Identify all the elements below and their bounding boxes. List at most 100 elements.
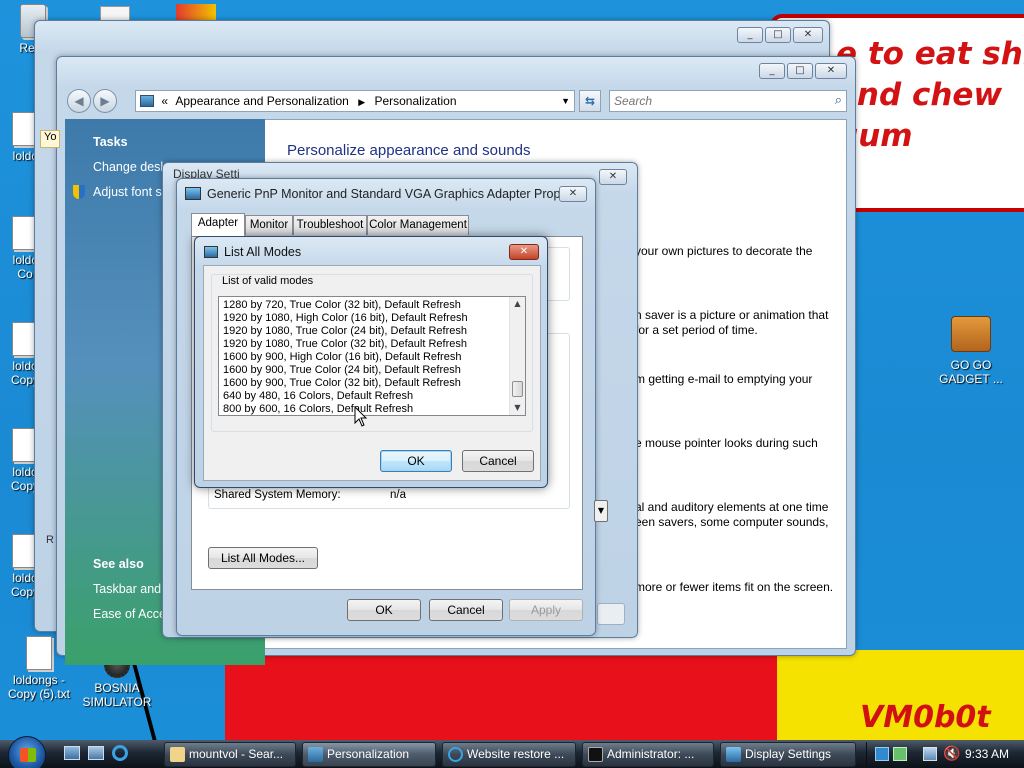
tray-app-icon[interactable] bbox=[893, 747, 907, 761]
minimize-button[interactable]: _ bbox=[737, 27, 763, 43]
tab-troubleshoot[interactable]: Troubleshoot bbox=[293, 215, 367, 235]
clipped-info-bar: Yo bbox=[40, 130, 60, 148]
scroll-up-arrow-icon[interactable]: ▲ bbox=[510, 297, 525, 311]
control-panel-icon bbox=[308, 747, 323, 762]
mode-list-item[interactable]: 640 by 480, 16 Colors, Default Refresh bbox=[219, 390, 525, 403]
desktop-icon-label: BOSNIA SIMULATOR bbox=[82, 681, 152, 709]
list-all-modes-button[interactable]: List All Modes... bbox=[208, 547, 318, 569]
refresh-button[interactable]: ⇆ bbox=[579, 90, 601, 112]
taskbar-item-label: Personalization bbox=[327, 747, 410, 761]
close-button[interactable]: ✕ bbox=[599, 169, 627, 185]
wallpaper-red-shape bbox=[225, 650, 777, 740]
apply-button[interactable]: Apply bbox=[509, 599, 583, 621]
taskbar-item-personalization[interactable]: Personalization bbox=[302, 742, 436, 767]
desktop-icon-label: loldongs - Copy (5).txt bbox=[7, 673, 70, 701]
desktop-icon-label: GO GO GADGET ... bbox=[939, 358, 1003, 386]
taskbar-item-label: Display Settings bbox=[745, 747, 832, 761]
tab-monitor[interactable]: Monitor bbox=[245, 215, 293, 235]
cancel-button[interactable]: Cancel bbox=[462, 450, 534, 472]
taskbar-item-display-settings[interactable]: Display Settings bbox=[720, 742, 856, 767]
breadcrumb-appearance[interactable]: Appearance and Personalization bbox=[175, 94, 348, 108]
theme-description: al and auditory elements at one time een… bbox=[635, 500, 829, 529]
font-size-description: more or fewer items fit on the screen. bbox=[635, 580, 834, 594]
mode-list-item[interactable]: 1920 by 1080, True Color (24 bit), Defau… bbox=[219, 325, 525, 338]
mode-list-item[interactable]: 1920 by 1080, True Color (32 bit), Defau… bbox=[219, 338, 525, 351]
monitor-icon bbox=[204, 246, 218, 258]
page-title: Personalize appearance and sounds bbox=[287, 142, 531, 159]
tab-strip: Adapter Monitor Troubleshoot Color Manag… bbox=[191, 213, 583, 237]
mode-list-item[interactable]: 1280 by 720, True Color (32 bit), Defaul… bbox=[219, 299, 525, 312]
close-button[interactable]: ✕ bbox=[815, 63, 847, 79]
clock[interactable]: 9:33 AM bbox=[965, 742, 1009, 767]
search-box[interactable]: ⌕ bbox=[609, 90, 847, 112]
sounds-description: m getting e-mail to emptying your bbox=[635, 372, 813, 386]
mode-list-item[interactable]: 800 by 600, 16 Colors, Default Refresh bbox=[219, 403, 525, 415]
mode-list-item[interactable]: 1920 by 1080, High Color (16 bit), Defau… bbox=[219, 312, 525, 325]
quick-launch-show-desktop-icon[interactable] bbox=[64, 746, 80, 760]
see-also-link-taskbar[interactable]: Taskbar and S bbox=[93, 582, 173, 596]
close-button[interactable]: ✕ bbox=[559, 186, 587, 202]
close-button[interactable]: ✕ bbox=[509, 244, 539, 260]
shared-memory-label: Shared System Memory: bbox=[214, 489, 341, 501]
task-link-adjust-font-size[interactable]: Adjust font si bbox=[93, 185, 165, 199]
breadcrumb-personalization[interactable]: Personalization bbox=[374, 94, 456, 108]
modes-listbox[interactable]: 1280 by 720, True Color (32 bit), Defaul… bbox=[218, 296, 526, 416]
tab-adapter[interactable]: Adapter bbox=[191, 213, 245, 236]
briefcase-icon bbox=[951, 316, 991, 352]
ok-button[interactable]: OK bbox=[347, 599, 421, 621]
list-all-modes-dialog[interactable]: List All Modes ✕ List of valid modes 128… bbox=[194, 236, 548, 488]
control-panel-icon bbox=[140, 95, 154, 107]
breadcrumb-separator-icon: ▶ bbox=[358, 97, 366, 107]
mode-list-item[interactable]: 1600 by 900, True Color (32 bit), Defaul… bbox=[219, 377, 525, 390]
tab-color-management[interactable]: Color Management bbox=[367, 215, 469, 235]
see-also-heading: See also bbox=[93, 557, 144, 571]
taskbar-item-administrator[interactable]: Administrator: ... bbox=[582, 742, 714, 767]
scroll-down-arrow-icon[interactable]: ▼ bbox=[510, 401, 525, 415]
desktop-icon-go-go-gadget[interactable]: GO GO GADGET ... bbox=[934, 316, 1008, 386]
speech-bubble-text: e to eat shi and chew gum bbox=[836, 36, 1024, 154]
partially-hidden-button[interactable] bbox=[597, 603, 625, 625]
cancel-button[interactable]: Cancel bbox=[429, 599, 503, 621]
minimize-button[interactable]: _ bbox=[759, 63, 785, 79]
text-file-icon bbox=[26, 636, 52, 670]
mode-list-item[interactable]: 1600 by 900, High Color (16 bit), Defaul… bbox=[219, 351, 525, 364]
taskbar-item-label: Administrator: ... bbox=[607, 747, 695, 761]
start-button[interactable] bbox=[8, 736, 46, 768]
modes-list: 1280 by 720, True Color (32 bit), Defaul… bbox=[219, 297, 525, 415]
shared-memory-value: n/a bbox=[390, 489, 406, 501]
address-dropdown-icon[interactable]: ▼ bbox=[561, 91, 570, 111]
quick-launch-internet-explorer-icon[interactable] bbox=[112, 745, 128, 761]
maximize-button[interactable]: □ bbox=[765, 27, 791, 43]
scroll-thumb[interactable] bbox=[512, 381, 523, 397]
close-button[interactable]: ✕ bbox=[793, 27, 823, 43]
search-input[interactable] bbox=[610, 91, 810, 111]
screen-saver-description: n saver is a picture or animation that f… bbox=[635, 308, 829, 337]
volume-muted-icon[interactable]: 🔇 bbox=[943, 745, 960, 763]
partially-hidden-dropdown-icon[interactable]: ▼ bbox=[594, 500, 608, 522]
maximize-button[interactable]: □ bbox=[787, 63, 813, 79]
taskbar-item-label: mountvol - Sear... bbox=[189, 747, 284, 761]
taskbar-item-mountvol[interactable]: mountvol - Sear... bbox=[164, 742, 296, 767]
language-icon[interactable] bbox=[875, 747, 889, 761]
notification-area: 🔇 9:33 AM bbox=[866, 742, 1024, 767]
windows-logo-icon bbox=[20, 748, 36, 762]
dialog-title: Generic PnP Monitor and Standard VGA Gra… bbox=[207, 187, 578, 201]
mouse-pointers-description: e mouse pointer looks during such bbox=[635, 436, 818, 450]
taskbar-item-website-restore[interactable]: Website restore ... bbox=[442, 742, 576, 767]
forward-button[interactable]: ▶ bbox=[93, 89, 117, 113]
modes-scrollbar[interactable]: ▲ ▼ bbox=[509, 297, 525, 415]
dialog-body: List of valid modes 1280 by 720, True Co… bbox=[203, 265, 541, 481]
task-link-change-desktop-icons[interactable]: Change desk bbox=[93, 160, 167, 174]
monitor-icon bbox=[185, 187, 201, 200]
see-also-link-ease-of-access[interactable]: Ease of Acces bbox=[93, 607, 172, 621]
address-bar[interactable]: « Appearance and Personalization ▶ Perso… bbox=[135, 90, 575, 112]
command-prompt-icon bbox=[588, 747, 603, 762]
network-icon[interactable] bbox=[923, 747, 937, 761]
mode-list-item[interactable]: 1600 by 900, True Color (24 bit), Defaul… bbox=[219, 364, 525, 377]
taskbar-item-label: Website restore ... bbox=[467, 747, 565, 761]
back-button[interactable]: ◀ bbox=[67, 89, 91, 113]
ok-button[interactable]: OK bbox=[380, 450, 452, 472]
search-icon[interactable]: ⌕ bbox=[835, 93, 842, 108]
desktop-background-description: your own pictures to decorate the bbox=[635, 244, 813, 258]
quick-launch-switch-windows-icon[interactable] bbox=[88, 746, 104, 760]
